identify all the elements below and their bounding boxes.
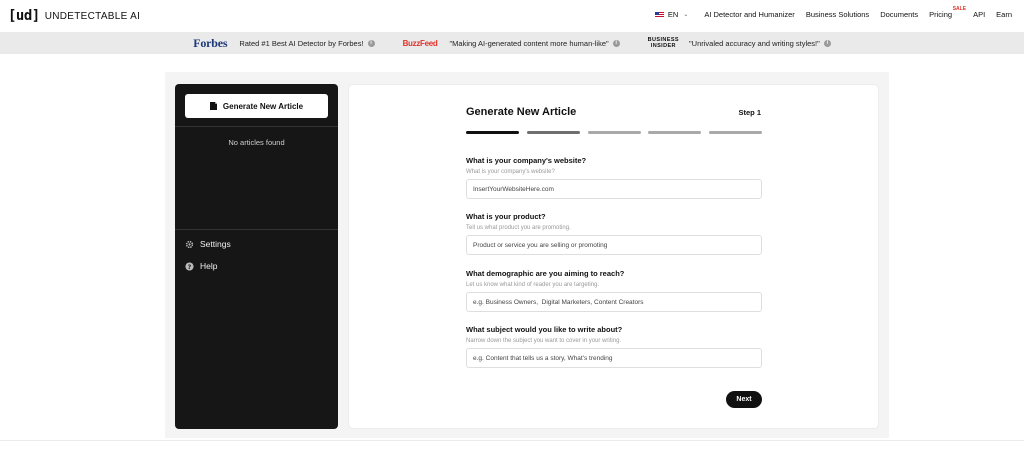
chevron-down-icon: ⌄ <box>683 12 689 18</box>
nav-ai-detector[interactable]: AI Detector and Humanizer <box>704 10 794 19</box>
field-company-website: What is your company's website? What is … <box>466 156 762 199</box>
progress-segment <box>709 131 762 134</box>
article-form-panel: Generate New Article Step 1 What is your… <box>348 84 879 429</box>
press-quote: "Unrivaled accuracy and writing styles!" <box>689 38 820 48</box>
demographic-input[interactable] <box>466 292 762 312</box>
sidebar-divider <box>175 126 338 127</box>
nav-api[interactable]: API <box>973 10 985 19</box>
nav-earn[interactable]: Earn <box>996 10 1012 19</box>
sidebar-item-help[interactable]: ? Help <box>185 261 217 271</box>
field-hint: Let us know what kind of reader you are … <box>466 282 600 288</box>
step-progress <box>466 131 762 135</box>
field-demographic: What demographic are you aiming to reach… <box>466 269 762 312</box>
top-navigation: [ud] UNDETECTABLE AI EN ⌄ AI Detector an… <box>0 0 1024 32</box>
press-bar: Forbes Rated #1 Best AI Detector by Forb… <box>0 32 1024 54</box>
company-website-input[interactable] <box>466 179 762 199</box>
next-button[interactable]: Next <box>726 391 762 408</box>
logo-text: UNDETECTABLE AI <box>44 10 141 22</box>
generate-new-article-button[interactable]: Generate New Article <box>185 94 328 118</box>
field-question: What demographic are you aiming to reach… <box>466 269 625 278</box>
field-hint: Tell us what product you are promoting. <box>466 225 571 231</box>
press-forbes: Forbes Rated #1 Best AI Detector by Forb… <box>193 35 375 51</box>
gear-icon <box>185 240 194 249</box>
svg-text:?: ? <box>188 263 192 270</box>
info-icon[interactable]: i <box>367 39 375 47</box>
sidebar-divider <box>175 229 338 230</box>
nav-business-solutions[interactable]: Business Solutions <box>806 10 869 19</box>
field-subject: What subject would you like to write abo… <box>466 325 762 368</box>
brand-logo[interactable]: [ud] UNDETECTABLE AI <box>8 8 140 24</box>
press-quote: Rated #1 Best AI Detector by Forbes! <box>239 38 364 48</box>
progress-segment <box>648 131 702 134</box>
buzzfeed-logo: BuzzFeed <box>402 38 438 48</box>
business-insider-logo: BUSINESS INSIDER <box>648 37 679 49</box>
settings-label: Settings <box>200 239 231 249</box>
field-question: What is your product? <box>466 212 546 221</box>
sidebar: Generate New Article No articles found S… <box>175 84 338 429</box>
info-icon[interactable]: i <box>823 39 831 47</box>
field-hint: What is your company's website? <box>466 169 555 175</box>
sale-badge: SALE <box>952 6 967 12</box>
subject-input[interactable] <box>466 348 762 368</box>
nav-links: EN ⌄ AI Detector and Humanizer Business … <box>644 6 1012 19</box>
field-product: What is your product? Tell us what produ… <box>466 212 762 255</box>
press-business-insider: BUSINESS INSIDER "Unrivaled accuracy and… <box>648 37 831 49</box>
empty-articles-text: No articles found <box>228 138 285 147</box>
nav-documents[interactable]: Documents <box>880 10 918 19</box>
field-question: What is your company's website? <box>466 156 587 165</box>
nav-pricing-label: Pricing <box>929 10 953 19</box>
press-quote: "Making AI-generated content more human-… <box>449 38 609 48</box>
progress-segment <box>466 131 519 134</box>
sidebar-item-settings[interactable]: Settings <box>185 239 231 249</box>
progress-segment <box>587 131 641 134</box>
press-buzzfeed: BuzzFeed "Making AI-generated content mo… <box>403 39 620 48</box>
generate-new-article-label: Generate New Article <box>222 101 304 111</box>
us-flag-icon <box>654 11 664 18</box>
form-title: Generate New Article <box>466 106 577 118</box>
language-label: EN <box>667 10 679 19</box>
field-question: What subject would you like to write abo… <box>466 325 623 334</box>
field-hint: Narrow down the subject you want to cove… <box>466 338 622 344</box>
help-icon: ? <box>185 261 194 271</box>
footer-divider <box>0 440 1024 441</box>
product-input[interactable] <box>466 235 762 255</box>
nav-pricing[interactable]: Pricing SALE <box>929 6 966 19</box>
forbes-logo: Forbes <box>193 35 228 50</box>
info-icon[interactable]: i <box>612 39 620 47</box>
progress-segment <box>526 131 580 134</box>
bi-line2: INSIDER <box>650 43 676 49</box>
main-container: Generate New Article No articles found S… <box>165 72 889 438</box>
logo-mark: [ud] <box>8 8 40 24</box>
help-label: Help <box>200 261 218 271</box>
language-selector[interactable]: EN ⌄ <box>654 10 689 19</box>
document-icon <box>209 102 217 110</box>
step-indicator: Step 1 <box>738 108 761 117</box>
